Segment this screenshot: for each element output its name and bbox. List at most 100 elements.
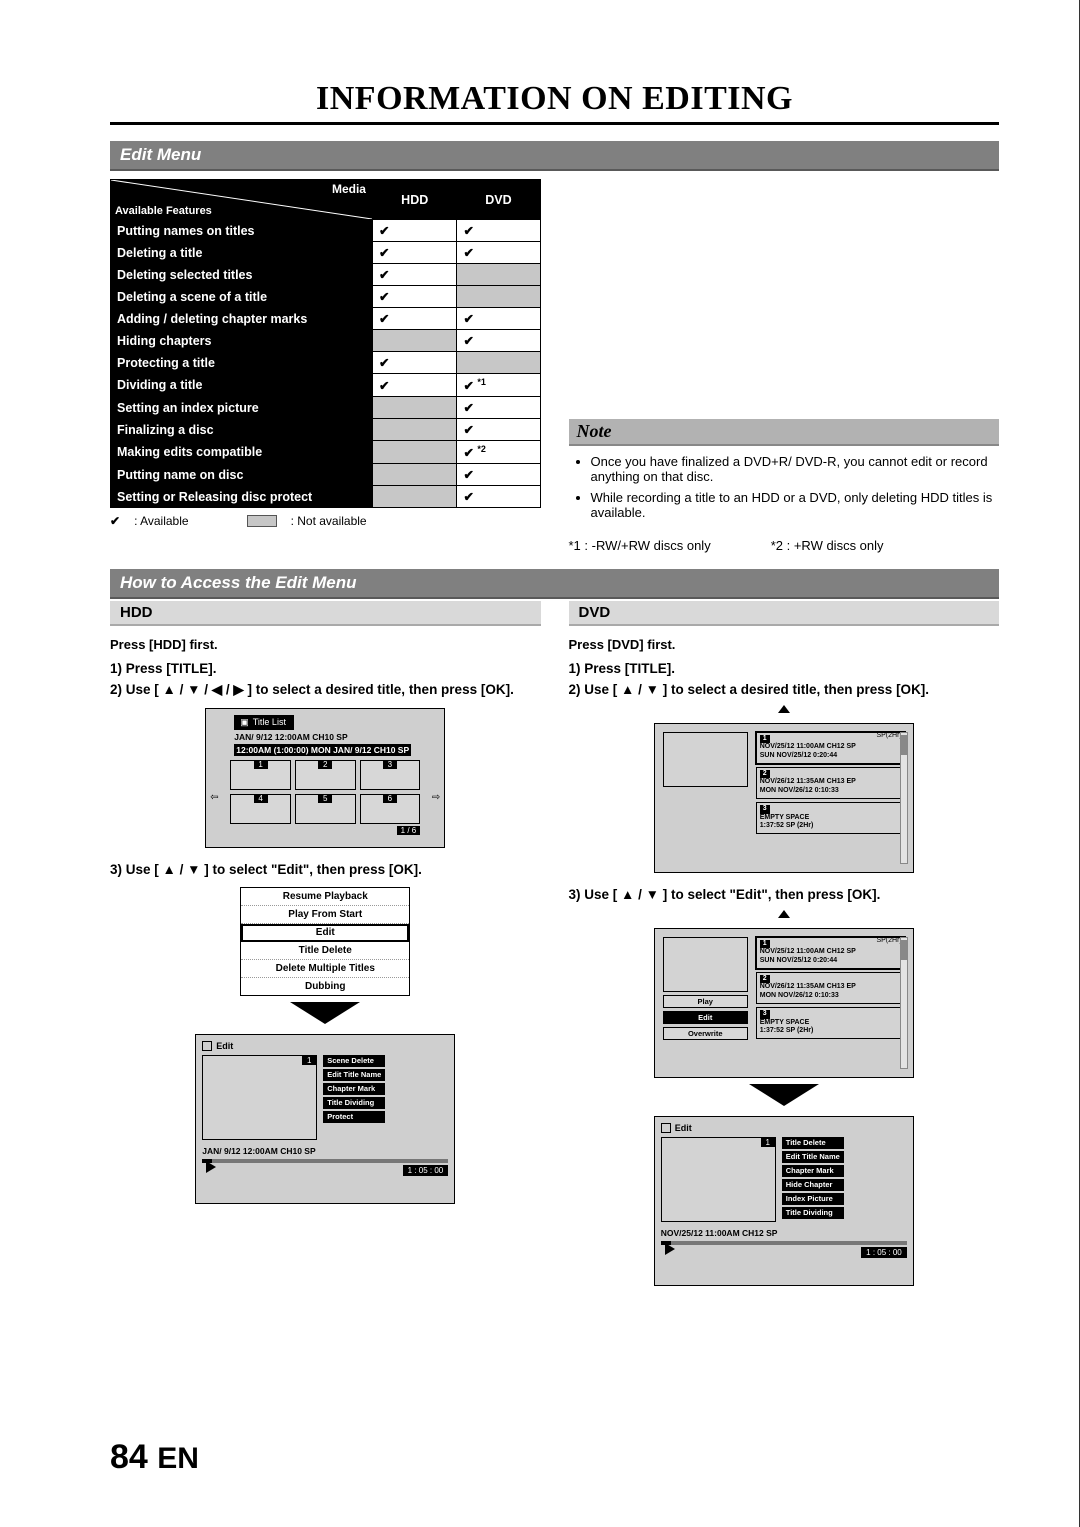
hdd-title-list-screen: ▣Title List JAN/ 9/12 12:00AM CH10 SP 12… xyxy=(205,708,445,848)
legend-available: : Available xyxy=(134,514,189,528)
feature-hdd: ✔ xyxy=(372,308,456,330)
feature-name: Deleting a scene of a title xyxy=(111,286,373,308)
preview-thumb xyxy=(663,732,748,787)
hr xyxy=(110,122,999,125)
dvd-title-list-screen-2: Play Edit Overwrite SP(2Hr) 1NOV/25/12 1… xyxy=(654,928,914,1078)
hdd-context-menu: Resume Playback Play From Start Edit Tit… xyxy=(240,887,410,996)
note-item: Once you have finalized a DVD+R/ DVD-R, … xyxy=(591,454,994,484)
legend: ✔ : Available : Not available xyxy=(110,514,541,528)
menu-dubbing: Dubbing xyxy=(241,978,409,995)
feature-dvd: ✔ xyxy=(457,419,540,441)
feature-dvd: ✔ xyxy=(457,220,540,242)
note-item: While recording a title to an HDD or a D… xyxy=(591,490,994,520)
col-dvd: DVD xyxy=(457,180,540,220)
manual-page: INFORMATION ON EDITING Edit Menu Media A… xyxy=(0,0,1080,1527)
sp-label: SP(2Hr) xyxy=(876,732,901,739)
feature-name: Setting or Releasing disc protect xyxy=(111,486,373,508)
hdr-avail: Available Features xyxy=(115,205,212,217)
opt-scene-delete: Scene Delete xyxy=(323,1055,385,1067)
opt-title-dividing: Title Dividing xyxy=(323,1097,385,1109)
feature-dvd: ✔ xyxy=(457,242,540,264)
feature-dvd: ✔ xyxy=(457,308,540,330)
scrollbar xyxy=(900,732,908,864)
feature-hdd xyxy=(372,330,456,352)
legend-not-available: : Not available xyxy=(291,514,367,528)
dvd-step-1: 1) Press [TITLE]. xyxy=(569,661,1000,676)
hdd-step-2: 2) Use [ ▲ / ▼ / ◀ / ▶ ] to select a des… xyxy=(110,682,541,698)
opt-index-picture: Index Picture xyxy=(782,1193,844,1205)
feature-hdd: ✔ xyxy=(372,286,456,308)
feature-dvd xyxy=(457,352,540,374)
opt-title-dividing: Title Dividing xyxy=(782,1207,844,1219)
footnotes: *1 : -RW/+RW discs only *2 : +RW discs o… xyxy=(569,538,1000,553)
opt-chapter-mark: Chapter Mark xyxy=(782,1165,844,1177)
menu-playstart: Play From Start xyxy=(241,906,409,924)
footnote-2: *2 : +RW discs only xyxy=(771,538,884,553)
menu-resume: Resume Playback xyxy=(241,888,409,906)
note-heading: Note xyxy=(569,419,1000,446)
feature-dvd: ✔ *1 xyxy=(457,374,540,397)
feature-name: Deleting a title xyxy=(111,242,373,264)
feature-name: Finalizing a disc xyxy=(111,419,373,441)
down-arrow-icon xyxy=(749,1084,819,1106)
opt-protect: Protect xyxy=(323,1111,385,1123)
up-arrow-icon xyxy=(778,705,790,713)
sub-hdd: HDD xyxy=(110,601,541,626)
feature-hdd xyxy=(372,419,456,441)
right-arrow-icon: ⇨ xyxy=(432,792,440,803)
features-table: Media Available Features HDD DVD Putting… xyxy=(110,179,541,508)
dvd-step-3: 3) Use [ ▲ / ▼ ] to select "Edit", then … xyxy=(569,887,1000,902)
page-indicator: 1 / 6 xyxy=(397,826,421,835)
feature-dvd xyxy=(457,264,540,286)
sub-dvd: DVD xyxy=(569,601,1000,626)
opt-edit-title-name: Edit Title Name xyxy=(323,1069,385,1081)
dvd-step-2: 2) Use [ ▲ / ▼ ] to select a desired tit… xyxy=(569,682,1000,697)
page-number: 84 xyxy=(110,1438,148,1476)
edit-heading: Edit xyxy=(216,1041,233,1051)
up-arrow-icon xyxy=(778,910,790,918)
dvd-status: NOV/25/12 11:00AM CH12 SP xyxy=(661,1228,907,1238)
feature-dvd: ✔ xyxy=(457,464,540,486)
side-overwrite: Overwrite xyxy=(663,1027,748,1040)
feature-name: Deleting selected titles xyxy=(111,264,373,286)
dvd-list-item: 2NOV/26/12 11:35AM CH13 EPMON NOV/26/12 … xyxy=(756,767,905,799)
feature-hdd xyxy=(372,464,456,486)
hdr-media: Media xyxy=(332,182,366,196)
section-edit-menu: Edit Menu xyxy=(110,141,999,171)
dvd-list-item: 3EMPTY SPACE1:37:52 SP (2Hr) xyxy=(756,1007,905,1039)
feature-name: Putting name on disc xyxy=(111,464,373,486)
feature-hdd xyxy=(372,441,456,464)
scrollbar xyxy=(900,937,908,1069)
check-icon: ✔ xyxy=(110,514,120,528)
note-body: Once you have finalized a DVD+R/ DVD-R, … xyxy=(569,446,1000,534)
feature-dvd: ✔ xyxy=(457,486,540,508)
tl-line1: JAN/ 9/12 12:00AM CH10 SP xyxy=(234,732,438,742)
opt-edit-title-name: Edit Title Name xyxy=(782,1151,844,1163)
feature-name: Making edits compatible xyxy=(111,441,373,464)
sp-label: SP(2Hr) xyxy=(876,937,901,944)
dvd-edit-options: Title Delete Edit Title Name Chapter Mar… xyxy=(782,1137,844,1222)
tl-line2: 12:00AM (1:00:00) MON JAN/ 9/12 CH10 SP xyxy=(234,744,411,756)
feature-name: Putting names on titles xyxy=(111,220,373,242)
down-arrow-icon xyxy=(290,1002,360,1024)
page-footer: 84 EN xyxy=(110,1438,199,1477)
feature-dvd: ✔ *2 xyxy=(457,441,540,464)
progress-bar xyxy=(661,1241,907,1245)
feature-dvd: ✔ xyxy=(457,397,540,419)
feature-dvd xyxy=(457,286,540,308)
menu-title-delete: Title Delete xyxy=(241,942,409,960)
hdd-step-1: 1) Press [TITLE]. xyxy=(110,661,541,676)
left-arrow-icon: ⇦ xyxy=(210,792,218,803)
title-list-label: Title List xyxy=(253,717,286,727)
dvd-edit-screen: Edit 1 Title Delete Edit Title Name Chap… xyxy=(654,1116,914,1286)
dvd-title-list-screen: SP(2Hr) 1NOV/25/12 11:00AM CH12 SPSUN NO… xyxy=(654,723,914,873)
hdd-step-3: 3) Use [ ▲ / ▼ ] to select "Edit", then … xyxy=(110,862,541,877)
feature-hdd: ✔ xyxy=(372,374,456,397)
feature-hdd: ✔ xyxy=(372,352,456,374)
dvd-list-item: 3EMPTY SPACE1:37:52 SP (2Hr) xyxy=(756,802,905,834)
opt-title-delete: Title Delete xyxy=(782,1137,844,1149)
page-lang: EN xyxy=(157,1442,199,1475)
feature-hdd: ✔ xyxy=(372,264,456,286)
hdd-edit-screen: Edit 1 Scene Delete Edit Title Name Chap… xyxy=(195,1034,455,1204)
feature-dvd: ✔ xyxy=(457,330,540,352)
